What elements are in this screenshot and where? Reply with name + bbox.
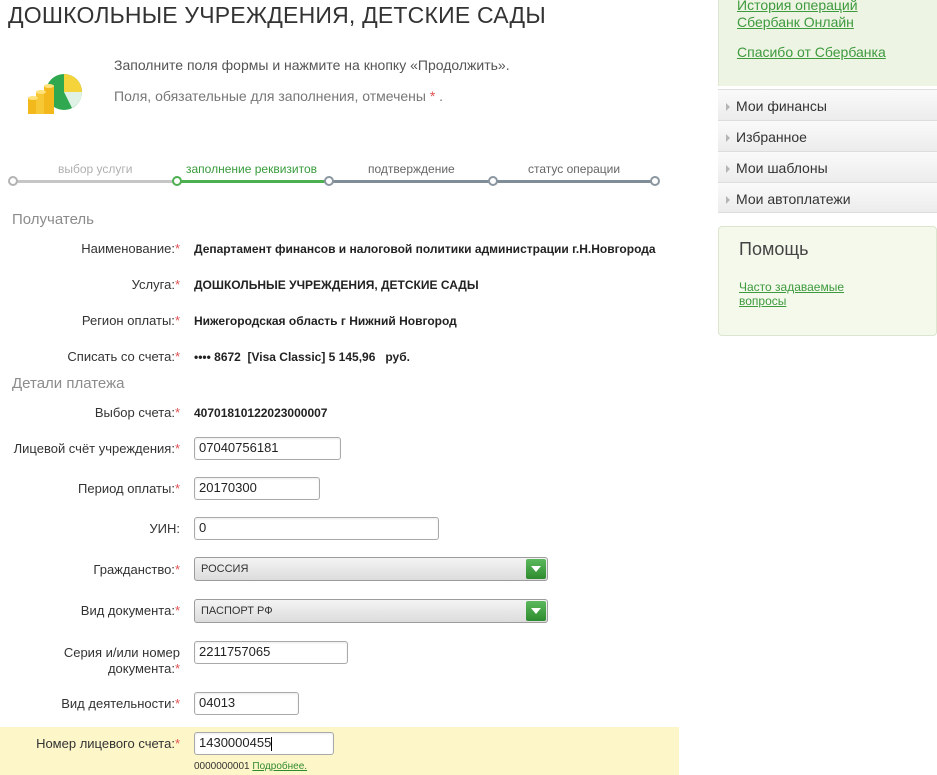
sidebar-item-my-finances[interactable]: Мои финансы: [718, 89, 937, 120]
document-type-select[interactable]: ПАСПОРТ РФ: [194, 599, 548, 623]
progress-dot: [650, 176, 660, 186]
chevron-right-icon: [726, 196, 730, 204]
details-section-title: Детали платежа: [12, 375, 125, 392]
personal-account-label: Номер лицевого счета:*: [36, 736, 180, 751]
debit-account-value: •••• 8672 [Visa Classic] 5 145,96 руб.: [194, 350, 410, 364]
chevron-right-icon: [726, 103, 730, 111]
account-choice-value: 40701810122023000007: [194, 406, 328, 420]
progress-dot: [172, 176, 182, 186]
faq-link[interactable]: Часто задаваемые вопросы: [739, 280, 869, 308]
spasibo-link[interactable]: Спасибо от Сбербанка: [737, 44, 886, 61]
progress-track-active: [178, 180, 328, 183]
account-choice-label: Выбор счета:*: [94, 405, 180, 420]
progress-stepper: выбор услуги заполнение реквизитов подтв…: [8, 160, 668, 192]
service-label: Услуга:*: [131, 277, 180, 292]
debit-account-label: Списать со счета:*: [67, 349, 180, 364]
uin-label: УИН:: [149, 521, 180, 536]
document-number-input[interactable]: 2211757065: [194, 641, 348, 664]
sidebar-item-autopayments[interactable]: Мои автоплатежи: [718, 182, 937, 213]
region-value: Нижегородская область г Нижний Новгород: [194, 314, 457, 328]
sidebar-menu: Мои финансы Избранное Мои шаблоны Мои ав…: [718, 89, 937, 213]
citizenship-select[interactable]: РОССИЯ: [194, 557, 548, 581]
activity-type-label: Вид деятельности:*: [61, 696, 180, 711]
history-link[interactable]: История операций Сбербанк Онлайн: [737, 0, 858, 31]
sberbank-service-icon: [24, 68, 86, 120]
progress-dot: [324, 176, 334, 186]
help-title: Помощь: [739, 239, 809, 259]
citizenship-label: Гражданство:*: [93, 562, 180, 577]
step-select-service: выбор услуги: [58, 162, 133, 176]
activity-type-input[interactable]: 04013: [194, 692, 299, 715]
service-value: ДОШКОЛЬНЫЕ УЧРЕЖДЕНИЯ, ДЕТСКИЕ САДЫ: [194, 278, 479, 292]
document-number-label: Серия и/или номер документа:*: [63, 645, 180, 676]
recipient-name-value: Департамент финансов и налоговой политик…: [194, 242, 656, 256]
institution-account-input[interactable]: 07040756181: [194, 437, 341, 460]
personal-account-hint: 0000000001 Подробнее.: [194, 761, 308, 772]
step-status: статус операции: [528, 162, 621, 176]
document-type-label: Вид документа:*: [80, 603, 180, 618]
help-panel: Помощь Часто задаваемые вопросы: [718, 226, 937, 336]
institution-account-label: Лицевой счёт учреждения:*: [13, 441, 180, 456]
chevron-down-icon[interactable]: [526, 601, 546, 621]
sidebar-item-favorites[interactable]: Избранное: [718, 120, 937, 151]
sidebar-links-panel: История операций Сбербанк Онлайн Спасибо …: [718, 0, 937, 86]
intro-text: Заполните поля формы и нажмите на кнопку…: [114, 57, 510, 73]
more-info-link[interactable]: Подробнее.: [252, 761, 307, 772]
progress-dot: [488, 176, 498, 186]
chevron-right-icon: [726, 165, 730, 173]
region-label: Регион оплаты:*: [81, 313, 180, 328]
required-note: Поля, обязательные для заполнения, отмеч…: [114, 88, 444, 104]
progress-dot: [8, 176, 18, 186]
personal-account-input[interactable]: 1430000455: [194, 732, 334, 755]
progress-track-done: [14, 180, 178, 183]
page-title: ДОШКОЛЬНЫЕ УЧРЕЖДЕНИЯ, ДЕТСКИЕ САДЫ: [8, 2, 546, 28]
chevron-down-icon[interactable]: [526, 559, 546, 579]
payment-period-input[interactable]: 20170300: [194, 477, 320, 500]
recipient-section-title: Получатель: [12, 211, 94, 228]
step-confirm: подтверждение: [368, 162, 455, 176]
uin-input[interactable]: 0: [194, 517, 439, 540]
chevron-right-icon: [726, 134, 730, 142]
step-fill-details: заполнение реквизитов: [186, 162, 318, 176]
payment-period-label: Период оплаты:*: [78, 481, 180, 496]
recipient-name-label: Наименование:*: [81, 241, 180, 256]
sidebar-item-templates[interactable]: Мои шаблоны: [718, 151, 937, 182]
active-field-highlight: [0, 727, 679, 775]
